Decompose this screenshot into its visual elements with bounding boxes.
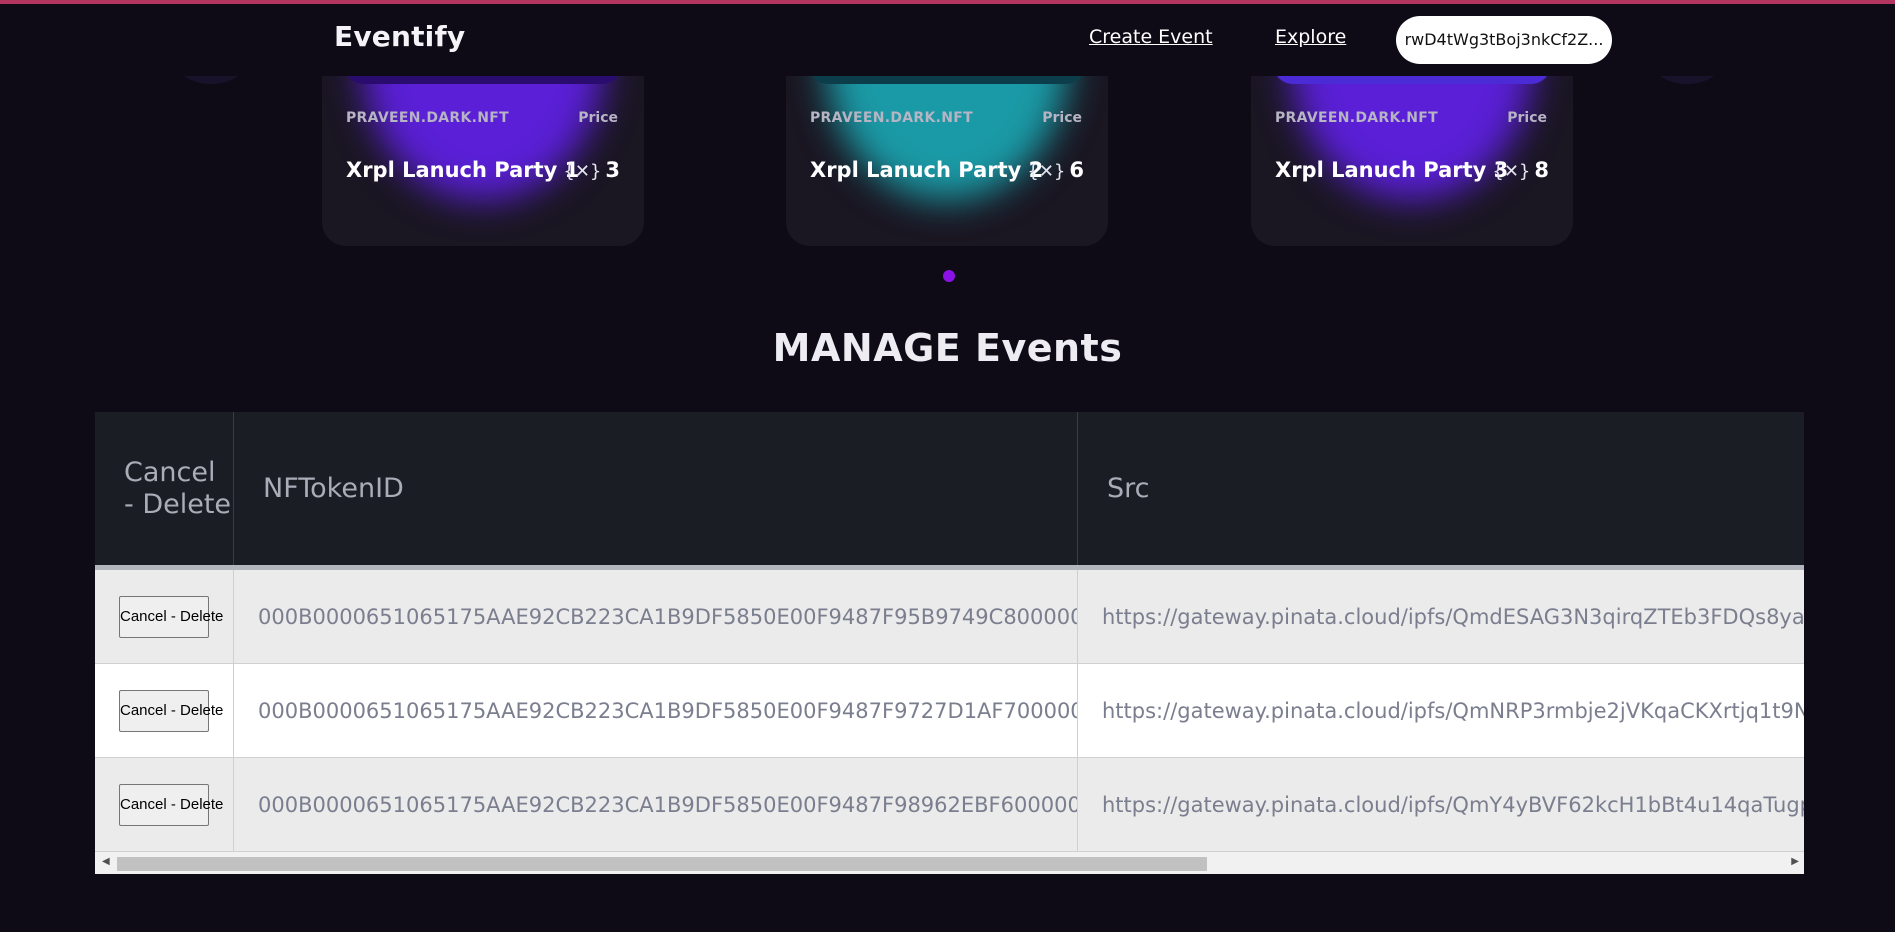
table-row: Cancel - Delete 000B0000651065175AAE92CB…	[95, 758, 1804, 852]
column-header-nftokenid: NFTokenID	[234, 412, 1078, 565]
nftokenid-cell: 000B0000651065175AAE92CB223CA1B9DF5850E0…	[234, 570, 1078, 663]
cancel-delete-button[interactable]: Cancel - Delete	[119, 783, 223, 826]
card-title: Xrpl Lanuch Party 1	[346, 158, 580, 182]
carousel-dot-active[interactable]	[943, 270, 955, 282]
column-header-cancel-delete: Cancel - Delete	[95, 412, 234, 565]
table-row: Cancel - Delete 000B0000651065175AAE92CB…	[95, 664, 1804, 758]
cancel-delete-button[interactable]: Cancel - Delete	[119, 689, 223, 732]
src-cell: https://gateway.pinata.cloud/ipfs/QmNRP3…	[1102, 698, 1804, 723]
events-table: Cancel - Delete NFTokenID Src Cancel - D…	[95, 412, 1804, 874]
scroll-left-icon[interactable]: ◀	[102, 856, 110, 867]
card-creator: PRAVEEN.DARK.NFT	[1275, 110, 1438, 126]
action-cell: Cancel - Delete	[95, 758, 234, 851]
xrp-icon: {✕}	[1492, 161, 1531, 182]
xrp-icon: {✕}	[563, 161, 602, 182]
src-cell: https://gateway.pinata.cloud/ipfs/QmdESA…	[1102, 604, 1804, 629]
card-price-label: Price	[578, 110, 618, 126]
card-price: {✕} 6	[1027, 158, 1084, 182]
card-price-value: 3	[605, 158, 620, 182]
horizontal-scrollbar[interactable]: ◀ ▶	[95, 852, 1804, 874]
table-header: Cancel - Delete NFTokenID Src	[95, 412, 1804, 570]
card-creator: PRAVEEN.DARK.NFT	[810, 110, 973, 126]
column-header-src: Src	[1107, 473, 1150, 504]
nav-create-event[interactable]: Create Event	[1089, 26, 1213, 48]
card-price-value: 6	[1069, 158, 1084, 182]
table-row: Cancel - Delete 000B0000651065175AAE92CB…	[95, 570, 1804, 664]
card-creator: PRAVEEN.DARK.NFT	[346, 110, 509, 126]
nav-explore[interactable]: Explore	[1275, 26, 1346, 48]
action-cell: Cancel - Delete	[95, 664, 234, 757]
scroll-right-icon[interactable]: ▶	[1791, 856, 1799, 867]
nftokenid-cell: 000B0000651065175AAE92CB223CA1B9DF5850E0…	[234, 664, 1078, 757]
card-price-label: Price	[1042, 110, 1082, 126]
xrp-icon: {✕}	[1027, 161, 1066, 182]
scrollbar-thumb[interactable]	[117, 857, 1207, 871]
wallet-address-button[interactable]: rwD4tWg3tBoj3nkCf2Z...	[1396, 16, 1612, 64]
card-price-value: 8	[1534, 158, 1549, 182]
card-price-label: Price	[1507, 110, 1547, 126]
card-title: Xrpl Lanuch Party 3	[1275, 158, 1509, 182]
nftokenid-cell: 000B0000651065175AAE92CB223CA1B9DF5850E0…	[234, 758, 1078, 851]
card-price: {✕} 3	[563, 158, 620, 182]
card-title: Xrpl Lanuch Party 2	[810, 158, 1044, 182]
cancel-delete-button[interactable]: Cancel - Delete	[119, 595, 223, 638]
brand-logo[interactable]: Eventify	[334, 20, 465, 53]
page-title: MANAGE Events	[772, 326, 1123, 370]
action-cell: Cancel - Delete	[95, 570, 234, 663]
src-cell: https://gateway.pinata.cloud/ipfs/QmY4yB…	[1102, 792, 1804, 817]
card-price: {✕} 8	[1492, 158, 1549, 182]
